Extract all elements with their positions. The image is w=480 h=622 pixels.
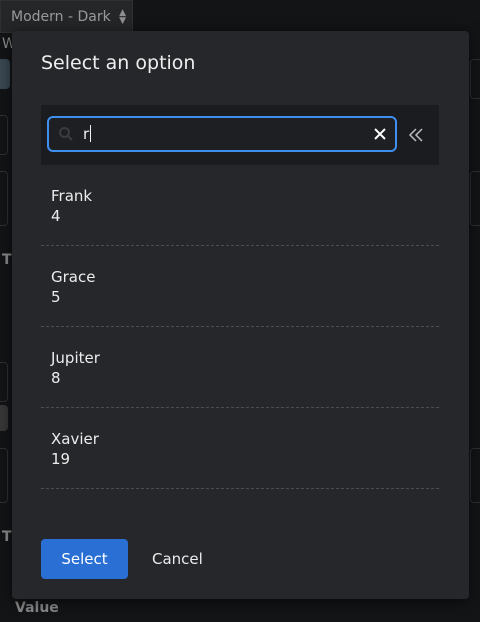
list-item[interactable]: Xavier 19 xyxy=(41,408,439,489)
option-name: Jupiter xyxy=(51,349,100,367)
search-icon xyxy=(59,127,73,141)
dialog-title: Select an option xyxy=(41,52,196,74)
search-bar: r xyxy=(41,105,439,165)
select-button[interactable]: Select xyxy=(41,539,128,579)
cancel-button[interactable]: Cancel xyxy=(152,539,203,579)
search-input[interactable]: r xyxy=(47,116,397,152)
option-name: Frank xyxy=(51,187,93,205)
double-chevron-left-icon[interactable] xyxy=(407,124,425,146)
option-value: 19 xyxy=(51,450,71,468)
option-name: Xavier xyxy=(51,430,99,448)
close-icon[interactable] xyxy=(373,127,387,141)
option-value: 4 xyxy=(51,207,61,225)
option-name: Grace xyxy=(51,268,96,286)
option-value: 8 xyxy=(51,369,61,387)
select-option-dialog: Select an option r Frank 4 Grace 5 Jupit… xyxy=(12,31,469,599)
search-query: r xyxy=(83,125,92,143)
option-list: Frank 4 Grace 5 Jupiter 8 Xavier 19 xyxy=(41,165,439,489)
text-caret xyxy=(90,125,92,142)
list-item[interactable]: Jupiter 8 xyxy=(41,327,439,408)
option-value: 5 xyxy=(51,288,61,306)
list-item[interactable]: Frank 4 xyxy=(41,165,439,246)
list-item[interactable]: Grace 5 xyxy=(41,246,439,327)
